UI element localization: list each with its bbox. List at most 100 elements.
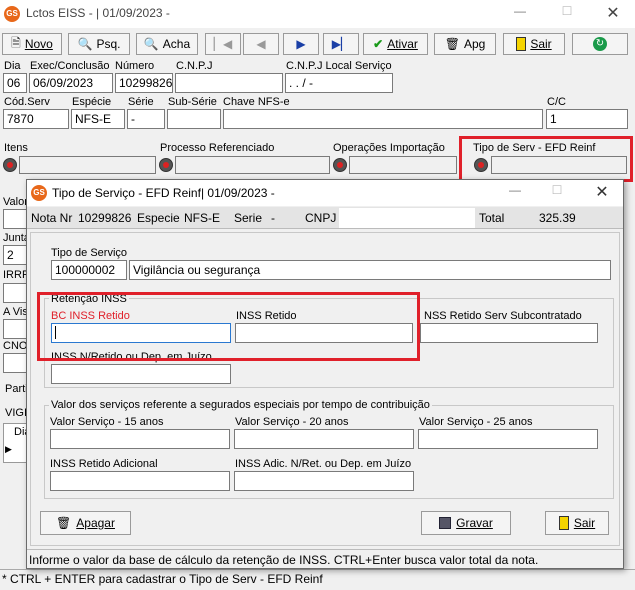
main-window-title: Lctos EISS - | 01/09/2023 - (26, 6, 170, 20)
serie-field[interactable]: - (127, 109, 165, 129)
itens-field (19, 156, 156, 174)
dia-label: Dia (4, 60, 21, 72)
dialog-status-bar: Informe o valor da base de cálculo da re… (27, 549, 623, 568)
save-icon (439, 517, 452, 529)
dialog-header-strip: Nota Nr 10299826 Especie NFS-E Serie - C… (27, 207, 623, 229)
novo-button[interactable]: 🗎 Novo (2, 33, 62, 55)
total-value: 325.39 (539, 211, 576, 225)
next-record-icon: ▶ (296, 37, 306, 51)
maximize-button[interactable]: ☐ (557, 4, 577, 22)
refresh-button[interactable]: ↻ (572, 33, 628, 55)
dialog-body: Tipo de Serviço 100000002 Vigilância ou … (30, 232, 620, 546)
operacoes-label: Operações Importação (333, 142, 445, 154)
cno-label: CNO (3, 340, 28, 352)
dialog-logo-text: GS (33, 188, 45, 197)
ativar-button[interactable]: ✔ Ativar (363, 33, 428, 55)
previous-record-button[interactable]: ◀ (243, 33, 279, 55)
dia-field[interactable]: 06 (3, 73, 27, 93)
valor-group-label: Valor dos serviços referente a segurados… (49, 399, 432, 411)
vs25-field[interactable] (418, 429, 598, 449)
valor-label: Valor (3, 196, 28, 208)
numero-field[interactable]: 10299826 (115, 73, 173, 93)
processo-field (175, 156, 330, 174)
main-status-bar: * CTRL + ENTER para cadastrar o Tipo de … (0, 569, 635, 590)
tipo-servico-dialog: GS Tipo de Serviço - EFD Reinf| 01/09/20… (26, 179, 624, 569)
dialog-maximize-button[interactable]: ☐ (547, 183, 567, 201)
grid-row-pointer-icon: ▶ (5, 444, 12, 454)
inss-adic-label: INSS Retido Adicional (50, 458, 158, 470)
refresh-icon: ↻ (593, 37, 607, 51)
dialog-sair-label: Sair (573, 516, 596, 530)
exec-label: Exec/Conclusão (30, 60, 110, 72)
inss-sub-field[interactable] (420, 323, 598, 343)
sub-serie-label: Sub-Série (168, 96, 217, 108)
vs25-label: Valor Serviço - 25 anos (419, 416, 533, 428)
inss-adic-nret-field[interactable] (234, 471, 414, 491)
dialog-minimize-button[interactable]: — (505, 183, 525, 201)
cnpj-header-value (339, 208, 475, 228)
binoculars-icon: 🔍 (77, 37, 93, 51)
new-document-icon: 🗎 (11, 35, 21, 50)
nota-value: 10299826 (78, 211, 132, 225)
cnpj-field[interactable] (175, 73, 283, 93)
next-record-button[interactable]: ▶ (283, 33, 319, 55)
last-record-button[interactable]: ▶▏ (323, 33, 359, 55)
vs20-label: Valor Serviço - 20 anos (235, 416, 349, 428)
tipo-serv-highlight (459, 136, 633, 182)
cod-serv-field[interactable]: 7870 (3, 109, 69, 129)
cod-serv-label: Cód.Serv (4, 96, 50, 108)
operacoes-indicator-icon[interactable] (333, 158, 347, 172)
main-status-text: * CTRL + ENTER para cadastrar o Tipo de … (2, 572, 323, 586)
numero-label: Número (115, 60, 155, 72)
processo-label: Processo Referenciado (160, 142, 275, 154)
dialog-close-button[interactable]: ✕ (592, 182, 612, 201)
app-logo-icon: GS (4, 6, 20, 22)
itens-label: Itens (4, 142, 28, 154)
irrf-label: IRRF (3, 269, 29, 281)
dialog-logo-icon: GS (31, 185, 47, 201)
serie-header-label: Serie (234, 211, 263, 225)
novo-label: Novo (24, 37, 53, 51)
apagar-button[interactable]: 🗑 Apagar (40, 511, 131, 535)
first-record-button[interactable]: ▏◀ (205, 33, 241, 55)
sair-label: Sair (530, 37, 552, 51)
dialog-title: Tipo de Serviço - EFD Reinf| 01/09/2023 … (52, 186, 275, 200)
cnpj-local-field[interactable]: . . / - (285, 73, 393, 93)
vs15-field[interactable] (50, 429, 230, 449)
gravar-button[interactable]: Gravar (421, 511, 511, 535)
sub-serie-field[interactable] (167, 109, 221, 129)
dialog-sair-button[interactable]: Sair (545, 511, 609, 535)
cnpj-header-label: CNPJ (305, 211, 337, 225)
cc-label: C/C (547, 96, 566, 108)
acha-button[interactable]: 🔍 Acha (136, 33, 198, 55)
exit-door-icon (558, 516, 569, 530)
serie-label: Série (128, 96, 154, 108)
cc-field[interactable]: 1 (546, 109, 628, 129)
chave-label: Chave NFS-e (223, 96, 290, 108)
trash-icon: 🗑 (56, 516, 72, 530)
psq-label: Psq. (96, 37, 121, 51)
inss-nretido-field[interactable] (51, 364, 231, 384)
inss-adic-nret-label: INSS Adic. N/Ret. ou Dep. em Juízo (235, 458, 412, 470)
apg-button[interactable]: 🗑 Apg (434, 33, 496, 55)
serie-header-value: - (271, 211, 275, 225)
sair-button[interactable]: Sair (503, 33, 565, 55)
psq-button[interactable]: 🔍 Psq. (68, 33, 130, 55)
exec-field[interactable]: 06/09/2023 (29, 73, 113, 93)
especie-field[interactable]: NFS-E (71, 109, 125, 129)
inss-adic-field[interactable] (50, 471, 230, 491)
retencao-highlight (37, 292, 420, 361)
dialog-status-text: Informe o valor da base de cálculo da re… (29, 553, 539, 567)
minimize-button[interactable]: — (510, 4, 530, 22)
processo-indicator-icon[interactable] (159, 158, 173, 172)
inss-sub-label: NSS Retido Serv Subcontratado (424, 310, 582, 322)
itens-indicator-icon[interactable] (3, 158, 17, 172)
vs20-field[interactable] (234, 429, 414, 449)
close-button[interactable]: ✕ (603, 3, 623, 22)
ativar-label: Ativar (387, 37, 418, 51)
tipo-servico-code-field[interactable]: 100000002 (51, 260, 127, 280)
tipo-servico-desc-field: Vigilância ou segurança (129, 260, 611, 280)
chave-field[interactable] (223, 109, 543, 129)
cnpj-label: C.N.P.J (176, 60, 213, 72)
nota-label: Nota Nr (31, 211, 73, 225)
